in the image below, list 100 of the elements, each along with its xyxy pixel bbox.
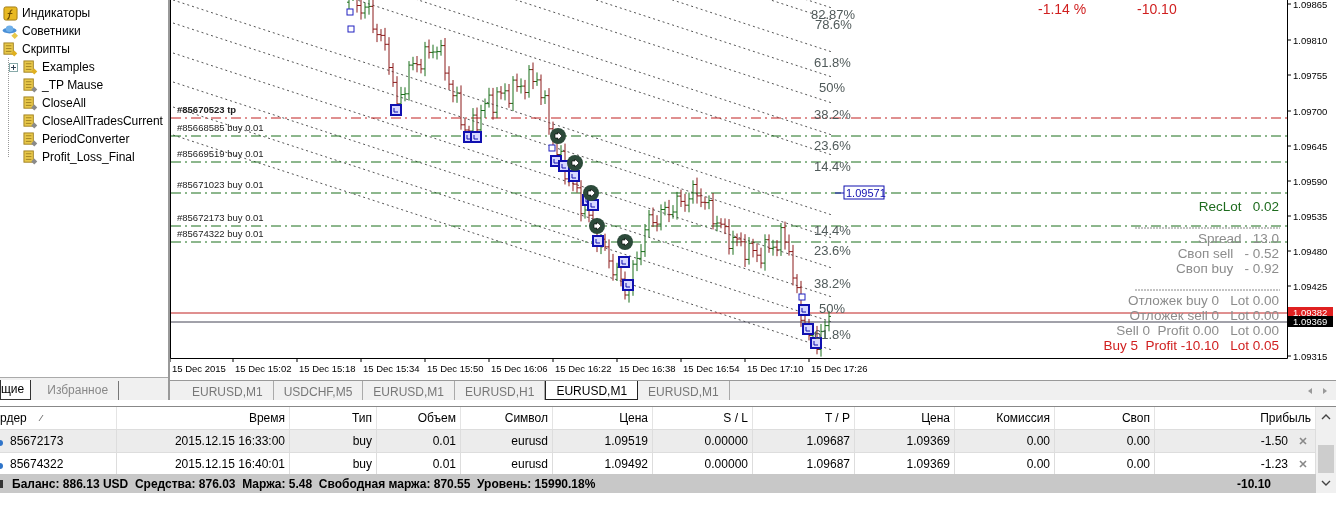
column-header[interactable]: S / L <box>723 411 748 426</box>
table-cell: -1.50 <box>1260 434 1288 449</box>
function-icon <box>2 5 19 21</box>
tree-item[interactable]: Profit_Loss_Final <box>42 150 135 164</box>
table-cell: eurusd <box>511 434 548 449</box>
column-header[interactable]: Цена <box>921 411 950 426</box>
order-label: #85672173 buy 0.01 <box>177 212 264 223</box>
scroll-down-icon[interactable] <box>1321 479 1331 487</box>
column-header[interactable]: Объем <box>417 411 456 426</box>
tree-item[interactable]: Советники <box>22 24 81 38</box>
price-axis-label: 1.09810 <box>1293 35 1328 46</box>
column-header[interactable]: Прибыль <box>1260 411 1311 426</box>
column-header[interactable]: Символ <box>504 411 548 426</box>
table-cell: 0.01 <box>432 456 456 471</box>
price-axis-label: 1.09480 <box>1293 246 1328 257</box>
chart-tab[interactable]: EURUSD,M1 <box>545 381 639 400</box>
price-axis-label: 1.09590 <box>1293 176 1328 187</box>
tree-item[interactable]: CloseAllTradesCurrent <box>42 114 163 128</box>
close-icon[interactable] <box>1299 437 1307 446</box>
total-profit: -10.10 <box>1235 476 1271 491</box>
chart-tab[interactable]: USDCHF,M5 <box>273 381 364 400</box>
order-label: #85669519 buy 0.01 <box>177 148 264 159</box>
column-header[interactable]: рдер <box>0 411 27 426</box>
table-cell: eurusd <box>511 456 548 471</box>
fibonacci-level-label: 38.2% <box>814 107 851 122</box>
chart-tab[interactable]: EURUSD,M1 <box>363 381 456 400</box>
time-axis-label: 15 Dec 17:10 <box>747 363 804 374</box>
scroll-left-icon[interactable] <box>1306 386 1314 395</box>
table-cell: 0.00 <box>1026 434 1050 449</box>
chart-tab[interactable]: EURUSD,M1 <box>182 381 274 400</box>
info-line: Buy 5 Profit -10.10 Lot 0.05 <box>1103 338 1279 353</box>
fibonacci-level-label: 23.6% <box>814 243 851 258</box>
column-header[interactable]: Время <box>248 411 285 426</box>
table-cell: 1.09369 <box>906 434 950 449</box>
scroll-icon <box>2 41 19 57</box>
table-cell: 0.00000 <box>704 434 748 449</box>
order-label: #85671023 buy 0.01 <box>177 179 264 190</box>
bid-price-label: 1.09369 <box>1288 316 1333 327</box>
scroll-icon <box>22 95 39 111</box>
table-cell: buy <box>352 456 372 471</box>
fibonacci-level-label: 23.6% <box>814 138 851 153</box>
close-icon[interactable] <box>1299 459 1307 468</box>
scroll-icon <box>22 113 39 129</box>
column-header[interactable]: Цена <box>619 411 648 426</box>
table-cell: 0.01 <box>432 434 456 449</box>
time-axis-label: 15 Dec 15:02 <box>235 363 292 374</box>
table-cell: -1.23 <box>1260 456 1288 471</box>
info-line: Sell 0 Profit 0.00 Lot 0.00 <box>1116 323 1279 338</box>
fibonacci-level-label: 61.8% <box>814 55 851 70</box>
price-tag: 1.09571 <box>843 185 886 200</box>
tree-item[interactable]: CloseAll <box>42 96 86 110</box>
tree-item[interactable]: _TP Mause <box>42 78 104 92</box>
info-line: Своп buy - 0.92 <box>1176 261 1279 276</box>
time-axis-label: 15 Dec 15:34 <box>363 363 420 374</box>
chart-tab[interactable]: EURUSD,M1 <box>638 381 730 400</box>
table-cell: 2015.12.15 16:33:00 <box>174 434 285 449</box>
tree-item[interactable]: PeriodConverter <box>42 132 130 146</box>
account-summary: Баланс: 886.13 USD Средства: 876.03 Маржа: 5.48 Свободная маржа: 870.55 Уровень: 15990.18% <box>12 476 596 491</box>
price-axis-label: 1.09425 <box>1293 281 1328 292</box>
price-axis-label: 1.09700 <box>1293 106 1328 117</box>
scroll-icon <box>22 149 39 165</box>
scroll-icon <box>22 59 39 75</box>
column-header[interactable]: Комиссия <box>996 411 1050 426</box>
table-cell: 2015.12.15 16:40:01 <box>174 456 285 471</box>
column-header[interactable]: Своп <box>1121 411 1150 426</box>
column-header[interactable]: T / P <box>824 411 850 426</box>
tree-item[interactable]: Скрипты <box>22 42 70 56</box>
table-cell: 0.00000 <box>704 456 748 471</box>
order-label: #85674322 buy 0.01 <box>177 228 264 239</box>
sort-icon <box>37 414 44 423</box>
table-cell: 0.00 <box>1126 434 1150 449</box>
scroll-up-icon[interactable] <box>1321 413 1331 421</box>
price-axis-label: 1.09865 <box>1293 0 1328 10</box>
price-axis-label: 1.09755 <box>1293 70 1328 81</box>
tree-item[interactable]: Индикаторы <box>22 6 91 20</box>
table-cell: 1.09492 <box>604 456 648 471</box>
column-header[interactable]: Тип <box>352 411 372 426</box>
balance-icon <box>0 478 4 489</box>
hat-icon <box>2 23 19 39</box>
navigator-tab[interactable]: щие <box>0 380 32 400</box>
info-line: Отложек buy 0 Lot 0.00 <box>1127 293 1279 308</box>
percent-change: -1.14 % <box>1038 1 1087 17</box>
price-axis-label: 1.09645 <box>1293 141 1328 152</box>
info-line: RecLot 0.02 <box>1198 199 1279 214</box>
scroll-right-icon[interactable] <box>1321 386 1329 395</box>
price-axis-label: 1.09535 <box>1293 211 1328 222</box>
time-axis-label: 15 Dec 15:18 <box>299 363 356 374</box>
time-axis-label: 15 Dec 16:22 <box>555 363 612 374</box>
expand-icon[interactable] <box>9 62 18 72</box>
scrollbar[interactable] <box>1316 407 1336 493</box>
scroll-icon <box>22 77 39 93</box>
table-cell: 85672173 <box>10 434 64 449</box>
scrollbar-thumb[interactable] <box>1318 445 1334 473</box>
fibonacci-level-label: 14.4% <box>814 159 851 174</box>
order-label: #85670523 tp <box>177 104 237 115</box>
tree-item[interactable]: Examples <box>42 60 95 74</box>
table-cell: 1.09687 <box>806 456 850 471</box>
time-axis-label: 15 Dec 16:06 <box>491 363 548 374</box>
time-axis-label: 15 Dec 2015 <box>172 363 226 374</box>
fibonacci-level-label: 50% <box>819 80 846 95</box>
